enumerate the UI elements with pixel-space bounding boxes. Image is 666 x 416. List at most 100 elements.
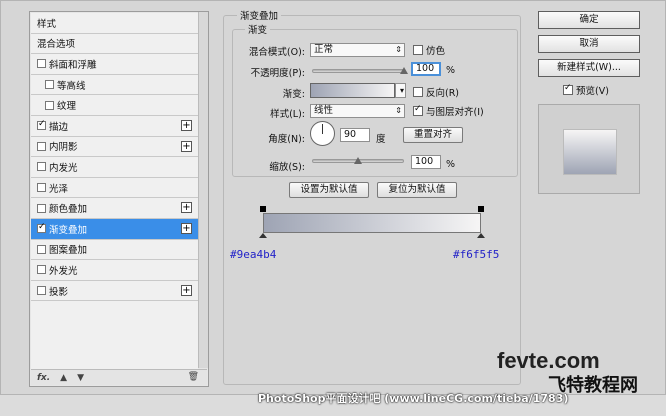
style-select[interactable]: 线性 ⇕ [310, 104, 405, 118]
scale-input[interactable]: 100 [411, 155, 441, 169]
add-icon[interactable]: + [181, 284, 192, 296]
align-box[interactable] [413, 104, 423, 116]
cancel-button[interactable]: 取消 [538, 35, 640, 53]
blend-mode-select[interactable]: 正常 ⇕ [310, 43, 405, 57]
reverse-label: 反向(R) [426, 88, 460, 99]
add-icon[interactable]: + [181, 202, 192, 214]
style-item-checkbox[interactable] [37, 265, 46, 275]
style-item[interactable]: 投影 + [31, 281, 198, 302]
style-item-checkbox[interactable] [37, 141, 46, 151]
angle-needle [322, 124, 323, 134]
style-item[interactable]: 描边 + [31, 116, 198, 137]
style-item-checkbox[interactable] [37, 183, 46, 193]
style-item[interactable]: 颜色叠加 + [31, 198, 198, 219]
start-color-label: #9ea4b4 [230, 248, 277, 261]
add-icon[interactable]: + [181, 222, 192, 234]
style-item-checkbox[interactable] [45, 100, 54, 110]
style-item-label: 混合选项 [37, 39, 76, 51]
style-item[interactable]: 外发光 [31, 260, 198, 281]
fx-icon[interactable]: fx. [37, 373, 50, 383]
style-item-label: 纹理 [57, 101, 77, 113]
color-stop-left-icon[interactable] [259, 233, 267, 238]
move-up-icon[interactable]: ▲ [60, 373, 67, 383]
gradient-dropdown[interactable]: ▾ [395, 83, 406, 98]
blend-mode-label: 混合模式(O): [248, 47, 305, 58]
style-item-label: 光泽 [49, 183, 69, 195]
layer-style-dialog: 样式混合选项斜面和浮雕等高线纹理描边 + 内阴影 + 内发光光泽颜色叠加 + 渐变叠加 + 图案… [0, 0, 666, 395]
set-default-button[interactable]: 设置为默认值 [289, 182, 369, 198]
reset-default-button[interactable]: 复位为默认值 [377, 182, 457, 198]
ok-button[interactable]: 确定 [538, 11, 640, 29]
dither-checkbox[interactable]: 仿色 [413, 43, 445, 57]
style-item-label: 渐变叠加 [49, 224, 88, 236]
style-item-label: 颜色叠加 [49, 204, 88, 216]
styles-footer: fx. ▲ ▼ 🗑 [31, 369, 207, 385]
opacity-stop-left[interactable] [260, 206, 266, 212]
dither-box[interactable] [413, 45, 423, 55]
reverse-box[interactable] [413, 87, 423, 97]
dropdown-arrow-icon: ▾ [399, 86, 404, 95]
preview-checkbox[interactable]: 预览(V) [563, 83, 609, 97]
style-value: 线性 [314, 105, 334, 116]
style-item-checkbox[interactable] [45, 80, 54, 90]
style-item-checkbox[interactable] [37, 59, 46, 69]
style-item[interactable]: 渐变叠加 + [31, 218, 198, 240]
style-item[interactable]: 等高线 [31, 75, 198, 96]
style-item[interactable]: 内发光 [31, 157, 198, 178]
style-item-checkbox[interactable] [37, 244, 46, 254]
gradient-bar[interactable] [263, 213, 481, 233]
angle-label: 角度(N): [268, 134, 305, 145]
style-item-checkbox[interactable] [37, 222, 46, 234]
scale-slider-thumb[interactable] [354, 157, 362, 164]
style-item[interactable]: 混合选项 [31, 34, 198, 55]
align-label: 与图层对齐(I) [426, 107, 484, 118]
style-item[interactable]: 图案叠加 [31, 240, 198, 261]
scale-unit: % [446, 159, 456, 170]
style-item[interactable]: 内阴影 + [31, 137, 198, 158]
style-item-label: 斜面和浮雕 [49, 59, 97, 71]
opacity-stop-right[interactable] [478, 206, 484, 212]
new-style-button[interactable]: 新建样式(W)... [538, 59, 640, 77]
style-item-label: 外发光 [49, 265, 78, 277]
preview-area [538, 104, 640, 194]
opacity-slider[interactable] [312, 69, 404, 73]
style-item[interactable]: 光泽 [31, 178, 198, 199]
style-label: 样式(L): [270, 109, 305, 120]
style-item[interactable]: 纹理 [31, 95, 198, 116]
add-icon[interactable]: + [181, 140, 192, 152]
style-item-checkbox[interactable] [37, 286, 46, 296]
style-item-label: 内阴影 [49, 142, 78, 154]
move-down-icon[interactable]: ▼ [77, 373, 84, 383]
angle-unit: 度 [376, 134, 386, 145]
scale-label: 缩放(S): [269, 162, 305, 173]
style-item-checkbox[interactable] [37, 119, 46, 131]
style-item-checkbox[interactable] [37, 203, 46, 213]
trash-icon[interactable]: 🗑 [188, 372, 199, 382]
styles-scrollbar[interactable] [198, 12, 208, 368]
style-item-label: 样式 [37, 18, 57, 30]
opacity-label: 不透明度(P): [250, 68, 305, 79]
opacity-unit: % [446, 65, 456, 76]
reverse-checkbox[interactable]: 反向(R) [413, 85, 459, 99]
angle-dial[interactable] [310, 121, 335, 146]
add-icon[interactable]: + [181, 119, 192, 131]
opacity-input[interactable]: 100 [411, 62, 441, 76]
align-checkbox[interactable]: 与图层对齐(I) [413, 104, 484, 118]
reset-align-button[interactable]: 重置对齐 [403, 127, 463, 143]
style-item-label: 图案叠加 [49, 245, 88, 257]
preview-box[interactable] [563, 83, 573, 95]
angle-input[interactable]: 90 [340, 128, 370, 142]
style-item[interactable]: 斜面和浮雕 [31, 54, 198, 75]
gradient-picker[interactable] [310, 83, 395, 98]
style-item-label: 等高线 [57, 80, 86, 92]
styles-panel: 样式混合选项斜面和浮雕等高线纹理描边 + 内阴影 + 内发光光泽颜色叠加 + 渐变叠加 + 图案… [29, 11, 209, 387]
dither-label: 仿色 [426, 46, 446, 57]
style-item-label: 描边 [49, 121, 69, 133]
style-item[interactable]: 样式 [31, 13, 198, 34]
color-stop-right-icon[interactable] [477, 233, 485, 238]
style-item-checkbox[interactable] [37, 162, 46, 172]
opacity-slider-thumb[interactable] [400, 67, 408, 74]
blend-mode-value: 正常 [314, 44, 334, 55]
style-item-label: 内发光 [49, 162, 78, 174]
preview-swatch [563, 129, 617, 175]
